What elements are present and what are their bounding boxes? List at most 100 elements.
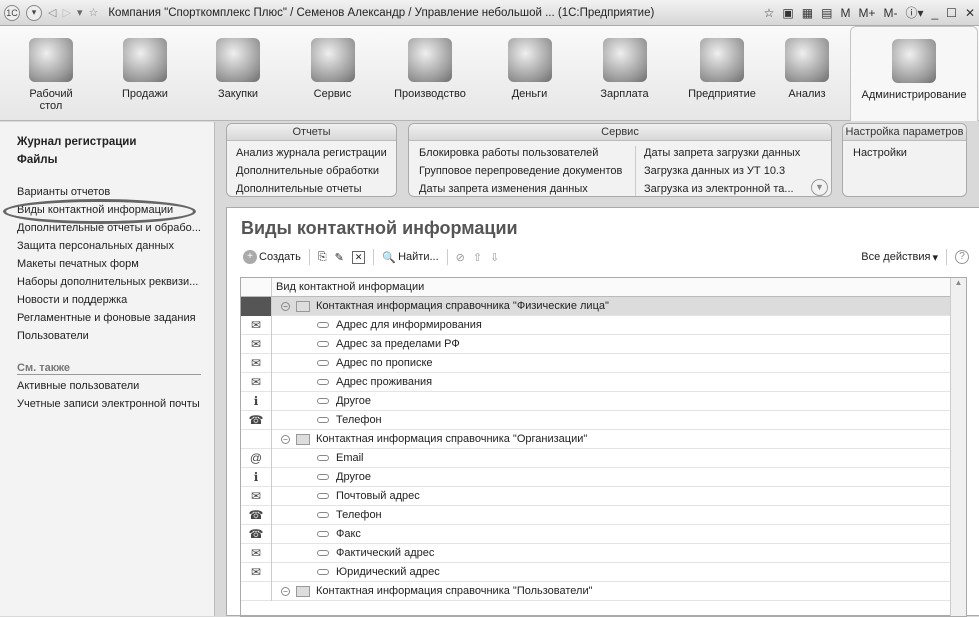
collapse-icon[interactable]: − [281,434,290,444]
table-row[interactable]: ✉ Адрес по прописке [241,353,966,373]
row-text: Почтовый адрес [336,490,420,502]
section-icon [310,38,355,82]
row-text: Факс [336,528,361,540]
table-row[interactable]: ✉ Адрес для информирования [241,315,966,335]
nav-files[interactable]: Файлы [17,154,57,166]
info-icon[interactable]: ⓘ▾ [905,4,923,21]
info-icon: ℹ [253,470,259,484]
section-5[interactable]: Деньги [487,26,572,121]
page-title: Виды контактной информации [241,218,518,238]
table-row[interactable]: − Контактная информация справочника "Физи… [241,296,966,316]
table-row[interactable]: ✉ Почтовый адрес [241,486,966,506]
nav-link[interactable]: Макеты печатных форм [17,258,139,270]
service-link[interactable]: Загрузка данных из УТ 10.3 [644,165,785,177]
table-row[interactable]: ℹ Другое [241,467,966,487]
service-link[interactable]: Даты запрета загрузки данных [644,147,800,159]
memory-m-button[interactable]: M [840,6,850,20]
minimize-button[interactable]: _ [931,6,938,20]
logo-icon[interactable]: 1С [4,4,20,21]
table-row[interactable]: ✉ Юридический адрес [241,562,966,582]
section-label: Предприятие [688,88,756,100]
report-link[interactable]: Дополнительные отчеты [236,183,361,195]
table-row[interactable]: ☎ Телефон [241,410,966,430]
highlight-oval [3,199,196,224]
expand-more-icon[interactable]: ▼ [811,179,828,196]
calendar-icon[interactable]: ▤ [821,6,832,20]
settings-panel: Настройка параметров Настройки [842,123,967,197]
table-row[interactable]: ✉ Фактический адрес [241,543,966,563]
phone-icon: ☎ [248,508,264,522]
delete-mark-icon[interactable]: ✕ [351,250,366,264]
copy-icon[interactable]: ⎘ [318,251,327,264]
move-down-icon[interactable]: ⇩ [490,251,499,264]
nav-link[interactable]: Пользователи [17,330,89,342]
scrollbar[interactable]: ▲ [950,278,966,616]
table-row[interactable]: ☎ Факс [241,524,966,544]
back-icon[interactable]: ◁ [48,6,56,19]
all-actions-button[interactable]: Все действия ▾ [861,251,938,264]
help-icon[interactable]: ? [955,250,969,264]
column-header[interactable]: Вид контактной информации [272,278,966,296]
calculator-icon[interactable]: ▦ [802,6,813,20]
section-label: Администрирование [861,89,967,101]
maximize-button[interactable]: ☐ [946,6,957,20]
table-row[interactable]: ℹ Другое [241,391,966,411]
table-row[interactable]: ✉ Адрес проживания [241,372,966,392]
service-link[interactable]: Блокировка работы пользователей [419,147,598,159]
favorite-star-icon[interactable]: ☆ [88,6,98,19]
section-3[interactable]: Сервис [290,26,375,121]
table-row[interactable]: − Контактная информация справочника "Поль… [241,581,966,601]
collapse-icon[interactable]: − [281,586,290,596]
section-4[interactable]: Производство [375,26,485,121]
service-link[interactable]: Даты запрета изменения данных [419,183,588,195]
nav-link[interactable]: Варианты отчетов [17,186,110,198]
edit-pencil-icon[interactable]: ✎ [335,251,344,264]
report-link[interactable]: Дополнительные обработки [236,165,379,177]
forward-icon[interactable]: ▷ [62,6,70,19]
table-row[interactable]: ✉ Адрес за пределами РФ [241,334,966,354]
section-icon [602,38,647,82]
settings-link[interactable]: Настройки [853,147,907,159]
section-1[interactable]: Продажи [100,26,190,121]
nav-email-accounts[interactable]: Учетные записи электронной почты [17,398,200,410]
cancel-search-icon[interactable]: ⊘ [456,251,465,264]
nav-link[interactable]: Регламентные и фоновые задания [17,312,196,324]
section-7[interactable]: Предприятие [667,26,777,121]
memory-minus-button[interactable]: M- [883,6,897,20]
service-link[interactable]: Загрузка из электронной та... [644,183,794,195]
service-link[interactable]: Групповое перепроведение документов [419,165,622,177]
section-label: Закупки [217,88,259,100]
section-icon [785,38,829,82]
nav-active-users[interactable]: Активные пользователи [17,380,139,392]
section-label: Производство [394,88,466,100]
nav-journal[interactable]: Журнал регистрации [17,136,136,148]
row-text: Контактная информация справочника "Польз… [316,585,593,597]
table-row[interactable]: @ Email [241,448,966,468]
favorites-icon[interactable]: ☆ [764,6,775,20]
item-key-icon [317,322,329,328]
move-up-icon[interactable]: ⇧ [473,251,482,264]
item-key-icon [317,455,329,461]
menu-icon[interactable]: ▾ [26,4,42,21]
contact-info-table: Вид контактной информации − Контактная ин… [240,277,967,617]
report-link[interactable]: Анализ журнала регистрации [236,147,387,159]
collapse-icon[interactable]: − [281,301,290,311]
history-dropdown-icon[interactable]: ▾ [77,6,83,19]
section-label: Анализ [788,88,826,100]
table-row[interactable]: ☎ Телефон [241,505,966,525]
memory-plus-button[interactable]: M+ [858,6,875,20]
close-button[interactable]: ✕ [965,6,975,20]
section-2[interactable]: Закупки [193,26,283,121]
find-button[interactable]: 🔍 Найти... [382,251,438,264]
nav-link[interactable]: Новости и поддержка [17,294,127,306]
bookmark-icon[interactable]: ▣ [782,6,793,20]
create-button[interactable]: + Создать [243,250,301,264]
item-key-icon [317,512,329,518]
nav-link[interactable]: Наборы дополнительных реквизи... [17,276,198,288]
section-0[interactable]: Рабочий стол [12,26,90,121]
section-9[interactable]: Администрирование [850,26,978,121]
section-8[interactable]: Анализ [772,26,842,121]
section-6[interactable]: Зарплата [582,26,667,121]
nav-link[interactable]: Защита персональных данных [17,240,174,252]
table-row[interactable]: − Контактная информация справочника "Орга… [241,429,966,449]
